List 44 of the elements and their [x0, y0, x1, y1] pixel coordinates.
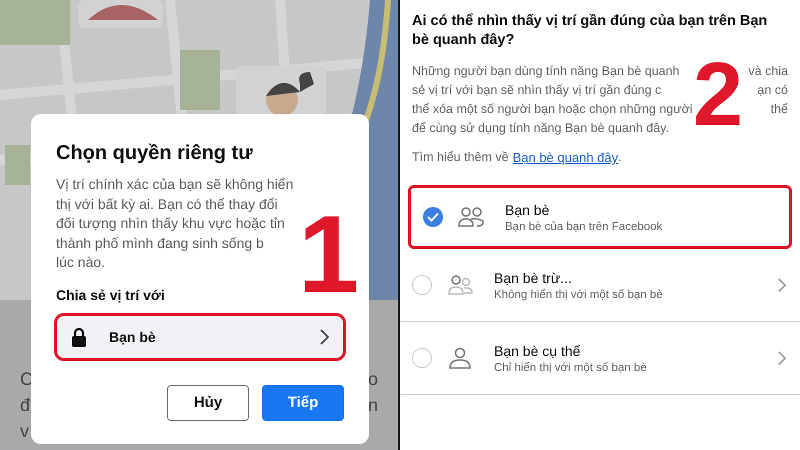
dialog-text-line: thành phố mình đang sinh sống b [56, 234, 264, 253]
option-subtitle: Bạn bè của bạn trên Facebook [505, 220, 664, 232]
description-fragment: thể [770, 101, 788, 118]
dialog-title: Chọn quyền riêng tư [56, 142, 254, 165]
next-button[interactable]: Tiếp [262, 384, 344, 420]
option-subtitle: Không hiển thị với một số bạn bè [494, 288, 664, 300]
option-title: Bạn bè [505, 202, 550, 218]
people-icon [446, 273, 474, 297]
check-icon [427, 212, 439, 222]
period-text: . [618, 149, 622, 166]
option-title: Bạn bè cụ thể [494, 342, 582, 358]
text-fragment: đ [20, 394, 32, 417]
share-label: Chia sẻ vị trí với [56, 286, 166, 302]
description-fragment: ạn có [757, 82, 788, 99]
cancel-button[interactable]: Hủy [167, 384, 249, 420]
audience-option[interactable]: Bạn bè trừ... Không hiển thị với một số bạn bè [400, 249, 800, 322]
description-line: thể xóa một số người bạn hoặc chọn những người [412, 101, 693, 118]
learn-more-link[interactable]: Bạn bè quanh đây [512, 148, 618, 167]
audience-option[interactable]: Bạn bè cụ thể Chỉ hiển thị với một số bạn bè [400, 322, 800, 395]
chevron-icon [319, 328, 329, 344]
audience-option[interactable]: Bạn bè Bạn bè của bạn trên Facebook [408, 185, 792, 249]
dialog-text-line: lúc nào. [56, 253, 106, 272]
lock-icon [71, 326, 87, 346]
text-fragment: o [368, 368, 378, 391]
learn-more-text: Tìm hiểu thêm về [412, 149, 509, 166]
dialog-text-line: thị với bất kỳ ai. Bạn có thể thay đổi [56, 194, 278, 214]
step-number: 1 [298, 200, 360, 310]
radio-button[interactable] [412, 348, 432, 368]
radio-button[interactable] [412, 275, 432, 295]
dialog-text-line: đối tượng nhìn thấy khu vực hoặc tỉn [56, 214, 285, 233]
description-line: để cùng sử dụng tính năng Bạn bè quanh đây. [412, 120, 669, 137]
option-title: Bạn bè trừ... [494, 270, 573, 286]
radio-button[interactable] [423, 207, 443, 227]
text-fragment: v [20, 420, 30, 443]
audience-selector[interactable]: Bạn bè [54, 312, 346, 360]
text-fragment: n [368, 394, 378, 417]
description-line: Những người bạn dùng tính năng Bạn bè quanh [412, 63, 680, 80]
question-heading: Ai có thể nhìn thấy vị trí gần đúng của bạn trên Bạn bè quanh đây? [412, 12, 768, 50]
dialog-text-line: Vị trí chính xác của bạn sẽ không hiển [56, 175, 294, 194]
step-number: 2 [693, 50, 744, 140]
description-line: sẻ vị trí với bạn sẽ nhìn thấy vị trí gần đúng c [412, 82, 662, 99]
people-icon [457, 205, 485, 229]
description-fragment: và chia [748, 63, 788, 80]
option-subtitle: Chỉ hiển thị với một số bạn bè [494, 362, 648, 374]
